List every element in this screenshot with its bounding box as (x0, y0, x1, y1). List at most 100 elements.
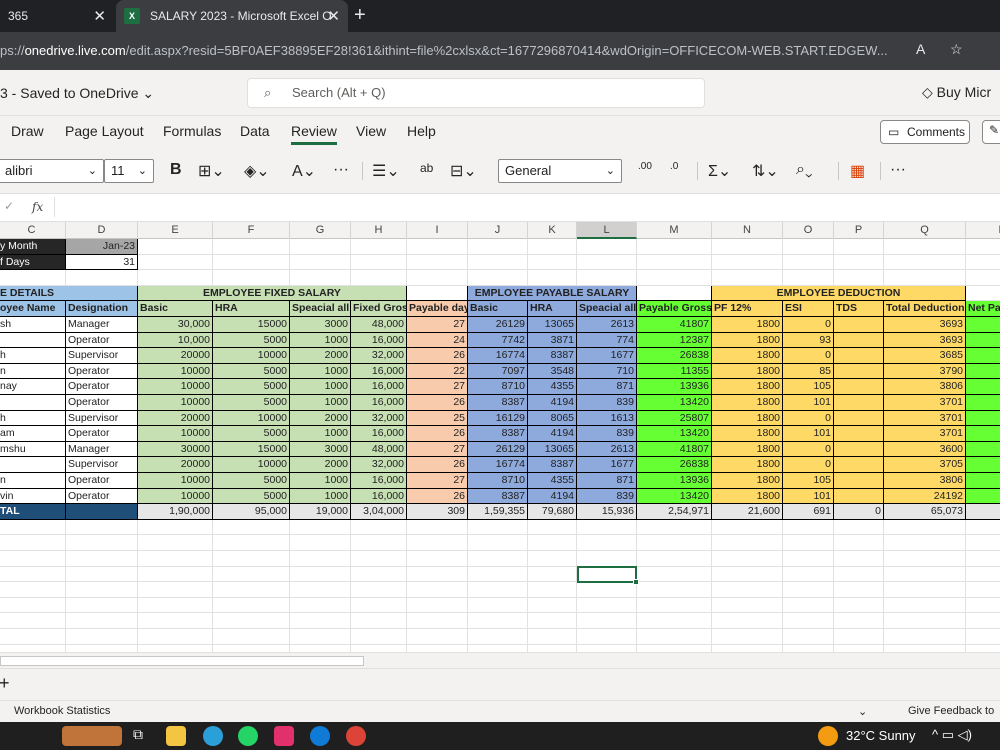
empty-cell[interactable] (712, 613, 783, 629)
empty-cell[interactable] (834, 535, 884, 551)
value-cell[interactable]: 2000 (290, 348, 351, 364)
empty-cell[interactable] (528, 567, 577, 582)
designation-cell[interactable]: Operator (66, 473, 138, 489)
browser-tab-excel[interactable]: X SALARY 2023 - Microsoft Excel O ✕ (116, 0, 348, 32)
empty-cell[interactable] (66, 645, 138, 652)
column-header-d[interactable]: D (66, 222, 138, 239)
value-cell[interactable]: 30000 (138, 442, 213, 457)
empty-cell[interactable] (637, 551, 712, 567)
feedback-link[interactable]: Give Feedback to (908, 705, 994, 717)
empty-cell[interactable] (468, 598, 528, 613)
value-cell[interactable]: 8387 (528, 457, 577, 473)
empty-cell[interactable] (213, 551, 290, 567)
value-cell[interactable]: 24 (407, 333, 468, 348)
column-header-c[interactable]: C (0, 222, 66, 239)
section-spacer[interactable] (407, 286, 468, 301)
value-cell[interactable]: 12387 (637, 333, 712, 348)
empty-cell[interactable] (834, 645, 884, 652)
comments-button[interactable]: ▭ Comments (880, 120, 970, 144)
value-cell[interactable] (966, 348, 1000, 364)
designation-cell[interactable]: Supervisor (66, 348, 138, 364)
empty-cell[interactable] (528, 255, 577, 270)
value-cell[interactable]: 26 (407, 348, 468, 364)
empty-cell[interactable] (577, 629, 637, 645)
empty-cell[interactable] (577, 582, 637, 598)
value-cell[interactable]: 25807 (637, 411, 712, 426)
value-cell[interactable]: 10000 (213, 457, 290, 473)
empty-cell[interactable] (290, 535, 351, 551)
empty-cell[interactable] (66, 582, 138, 598)
empty-cell[interactable] (66, 613, 138, 629)
column-title[interactable]: oyee Name (0, 301, 66, 317)
empty-cell[interactable] (637, 535, 712, 551)
empty-cell[interactable] (577, 520, 637, 535)
value-cell[interactable]: 1800 (712, 411, 783, 426)
value-cell[interactable] (834, 364, 884, 379)
employee-name-cell[interactable] (0, 395, 66, 411)
value-cell[interactable]: 1800 (712, 379, 783, 395)
empty-cell[interactable] (138, 598, 213, 613)
empty-cell[interactable] (834, 582, 884, 598)
value-cell[interactable] (966, 379, 1000, 395)
value-cell[interactable]: 48,000 (351, 442, 407, 457)
value-cell[interactable]: 0 (783, 411, 834, 426)
empty-cell[interactable] (213, 613, 290, 629)
empty-cell[interactable] (966, 598, 1000, 613)
empty-cell[interactable] (407, 645, 468, 652)
empty-cell[interactable] (407, 535, 468, 551)
value-cell[interactable]: 1000 (290, 489, 351, 504)
value-cell[interactable]: 101 (783, 426, 834, 442)
empty-cell[interactable] (783, 270, 834, 286)
value-cell[interactable] (834, 333, 884, 348)
value-cell[interactable]: 26 (407, 395, 468, 411)
empty-cell[interactable] (712, 535, 783, 551)
column-header-o[interactable]: O (783, 222, 834, 239)
employee-name-cell[interactable]: h (0, 348, 66, 364)
bold-icon[interactable]: B (170, 161, 182, 179)
empty-cell[interactable] (213, 567, 290, 582)
value-cell[interactable]: 5000 (213, 489, 290, 504)
value-cell[interactable]: 4194 (528, 395, 577, 411)
column-title[interactable]: Speacial all (290, 301, 351, 317)
empty-cell[interactable] (66, 598, 138, 613)
horizontal-scrollbar[interactable] (0, 652, 1000, 668)
value-cell[interactable]: 7097 (468, 364, 528, 379)
value-cell[interactable] (834, 379, 884, 395)
value-cell[interactable]: 3701 (884, 411, 966, 426)
empty-cell[interactable] (468, 551, 528, 567)
value-cell[interactable]: 8065 (528, 411, 577, 426)
search-input[interactable]: ⌕ Search (Alt + Q) (247, 78, 705, 108)
value-cell[interactable]: 3693 (884, 317, 966, 333)
empty-cell[interactable] (0, 645, 66, 652)
total-cell[interactable] (66, 504, 138, 520)
value-cell[interactable]: 1800 (712, 489, 783, 504)
column-header-j[interactable]: J (468, 222, 528, 239)
empty-cell[interactable] (884, 645, 966, 652)
empty-cell[interactable] (884, 255, 966, 270)
empty-cell[interactable] (468, 629, 528, 645)
month-value[interactable]: Jan-23 (66, 239, 138, 255)
empty-cell[interactable] (712, 239, 783, 255)
total-cell[interactable]: 65,073 (884, 504, 966, 520)
value-cell[interactable]: 16,000 (351, 364, 407, 379)
telegram-icon[interactable] (203, 726, 223, 746)
total-cell[interactable]: 21,600 (712, 504, 783, 520)
empty-cell[interactable] (351, 645, 407, 652)
empty-cell[interactable] (66, 520, 138, 535)
total-cell[interactable]: 79,680 (528, 504, 577, 520)
empty-cell[interactable] (884, 270, 966, 286)
favorites-icon[interactable]: ☆ (950, 41, 963, 58)
value-cell[interactable] (966, 426, 1000, 442)
file-explorer-icon[interactable] (166, 726, 186, 746)
empty-cell[interactable] (351, 567, 407, 582)
value-cell[interactable]: 1677 (577, 457, 637, 473)
tab-view[interactable]: View (356, 123, 386, 139)
total-cell[interactable]: 95,000 (213, 504, 290, 520)
value-cell[interactable]: 5000 (213, 364, 290, 379)
employee-name-cell[interactable]: sh (0, 317, 66, 333)
empty-cell[interactable] (834, 239, 884, 255)
empty-cell[interactable] (884, 582, 966, 598)
empty-cell[interactable] (783, 520, 834, 535)
empty-cell[interactable] (351, 270, 407, 286)
spreadsheet-grid[interactable]: y Month Jan-23 f Days 31 E DETAILS EMPLOYEE F… (0, 239, 1000, 652)
